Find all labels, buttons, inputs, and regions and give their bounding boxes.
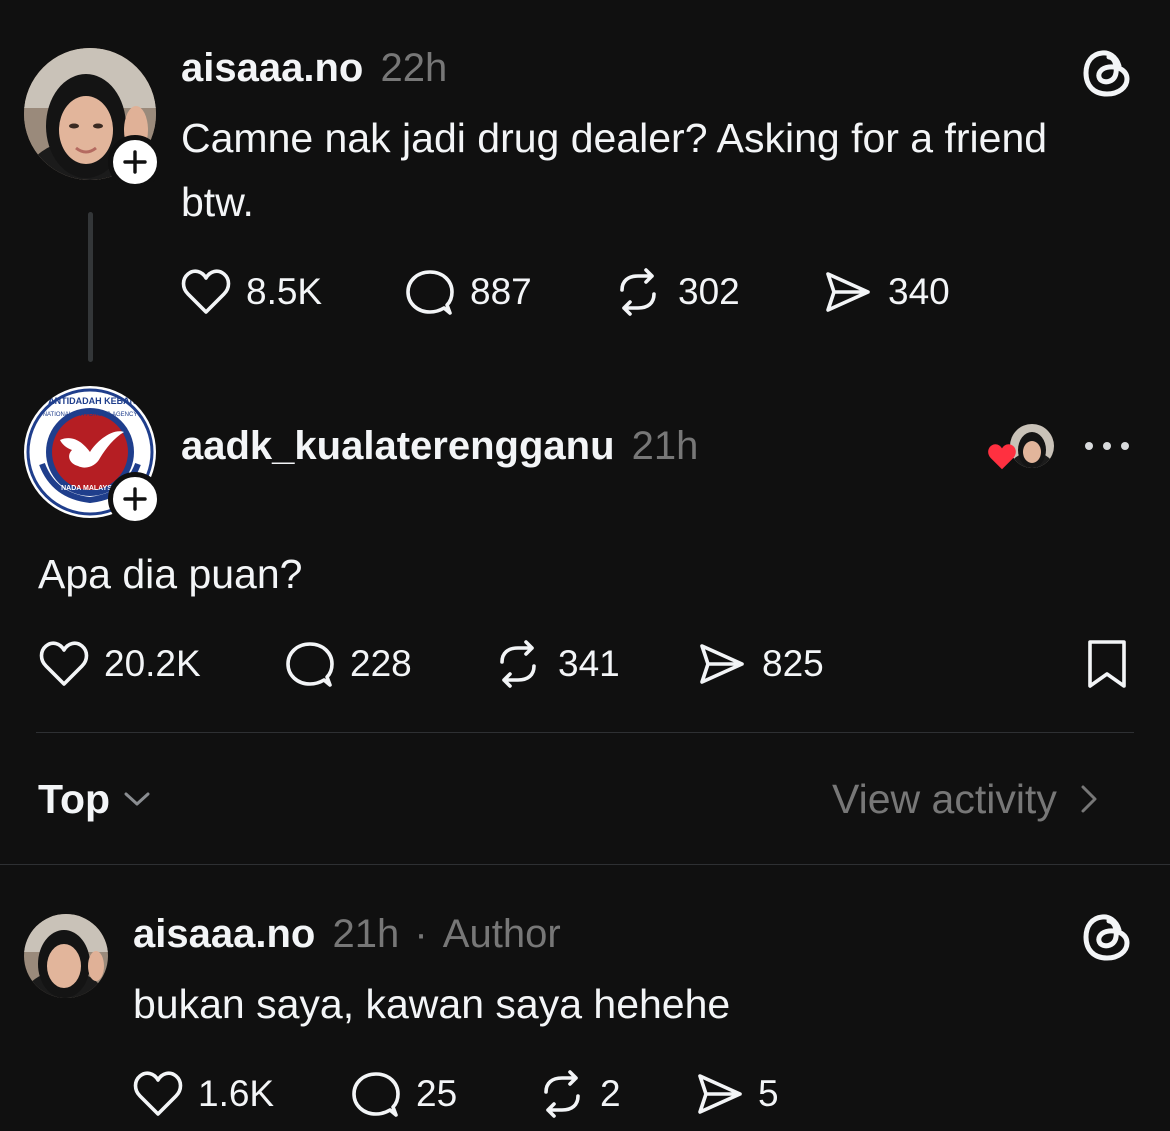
reply-share-count: 825 bbox=[762, 643, 824, 684]
heart-icon bbox=[133, 1071, 183, 1116]
comment-username[interactable]: aisaaa.no bbox=[133, 912, 315, 956]
reply-header: aadk_kualaterengganu 21h bbox=[181, 422, 698, 470]
comment-header: aisaaa.no 21h · Author bbox=[133, 910, 561, 958]
view-activity-link[interactable]: View activity bbox=[832, 774, 1101, 824]
chevron-down-icon bbox=[124, 792, 150, 806]
comment-share-button[interactable]: 5 bbox=[694, 1070, 779, 1118]
heart-icon bbox=[39, 641, 89, 686]
threads-logo-icon[interactable] bbox=[1082, 46, 1132, 105]
reply-repost-count: 341 bbox=[558, 643, 620, 684]
comment-bubble-icon bbox=[286, 642, 334, 687]
follow-plus-button[interactable] bbox=[108, 472, 162, 526]
post-header: aisaaa.no 22h bbox=[181, 44, 447, 92]
section-divider bbox=[0, 864, 1170, 865]
reply-share-button[interactable]: 825 bbox=[696, 640, 824, 688]
reply-like-count: 20.2K bbox=[104, 643, 201, 684]
comment-bubble-icon bbox=[352, 1072, 400, 1117]
sort-label: Top bbox=[38, 776, 111, 822]
post-comment-button[interactable]: 887 bbox=[404, 268, 532, 316]
reply-repost-button[interactable]: 341 bbox=[492, 640, 620, 688]
reply-comment-button[interactable]: 228 bbox=[284, 640, 412, 688]
comment-avatar[interactable] bbox=[24, 914, 108, 998]
more-options-icon[interactable] bbox=[1082, 434, 1132, 463]
logo-text-inner: NATIONAL ANTI-DRUGS AGENCY bbox=[43, 412, 138, 418]
thread-line bbox=[88, 212, 93, 362]
heart-icon bbox=[181, 269, 231, 314]
post-repost-count: 302 bbox=[678, 271, 740, 312]
post-like-button[interactable]: 8.5K bbox=[180, 268, 322, 316]
comment-comment-count: 25 bbox=[416, 1073, 458, 1114]
threads-logo-icon[interactable] bbox=[1082, 910, 1132, 969]
post-repost-button[interactable]: 302 bbox=[612, 268, 740, 316]
plus-icon bbox=[123, 487, 147, 511]
repost-icon bbox=[500, 640, 536, 688]
person-avatar-icon bbox=[24, 914, 108, 998]
comment-repost-button[interactable]: 2 bbox=[536, 1070, 621, 1118]
send-icon bbox=[700, 644, 744, 684]
comment-like-button[interactable]: 1.6K bbox=[132, 1070, 274, 1118]
post-text: Camne nak jadi drug dealer? Asking for a… bbox=[181, 115, 1048, 225]
post-share-button[interactable]: 340 bbox=[822, 268, 950, 316]
post-share-count: 340 bbox=[888, 271, 950, 312]
follow-plus-button[interactable] bbox=[108, 135, 162, 189]
comment-separator: · bbox=[414, 912, 428, 956]
comment-like-count: 1.6K bbox=[198, 1073, 275, 1114]
bookmark-icon[interactable] bbox=[1084, 638, 1130, 695]
post-like-count: 8.5K bbox=[246, 271, 323, 312]
post-username[interactable]: aisaaa.no bbox=[181, 46, 363, 90]
plus-icon bbox=[123, 150, 147, 174]
comment-text: bukan saya, kawan saya hehehe bbox=[133, 981, 731, 1027]
send-icon bbox=[698, 1074, 742, 1114]
repost-icon bbox=[544, 1070, 580, 1118]
divider bbox=[36, 732, 1134, 733]
post-time: 22h bbox=[380, 46, 448, 90]
comment-time: 21h bbox=[332, 912, 400, 956]
send-icon bbox=[826, 272, 870, 312]
comment-comment-button[interactable]: 25 bbox=[350, 1070, 457, 1118]
post-comment-count: 887 bbox=[470, 271, 532, 312]
comment-repost-count: 2 bbox=[600, 1073, 621, 1114]
view-activity-label: View activity bbox=[832, 776, 1057, 822]
sort-dropdown[interactable]: Top bbox=[38, 774, 152, 824]
repost-icon bbox=[620, 268, 656, 316]
comment-bubble-icon bbox=[406, 270, 454, 315]
reply-comment-count: 228 bbox=[350, 643, 412, 684]
reply-time: 21h bbox=[631, 424, 699, 468]
logo-text-top: AGENSI ANTIDADAH KEBANGSAAN bbox=[24, 396, 156, 406]
author-badge: Author bbox=[442, 912, 561, 956]
reply-like-button[interactable]: 20.2K bbox=[38, 640, 201, 688]
reply-text: Apa dia puan? bbox=[38, 551, 303, 597]
chevron-right-icon bbox=[1081, 785, 1097, 813]
comment-share-count: 5 bbox=[758, 1073, 779, 1114]
reply-username[interactable]: aadk_kualaterengganu bbox=[181, 424, 615, 468]
liked-by-author-heart-icon bbox=[986, 442, 1018, 477]
